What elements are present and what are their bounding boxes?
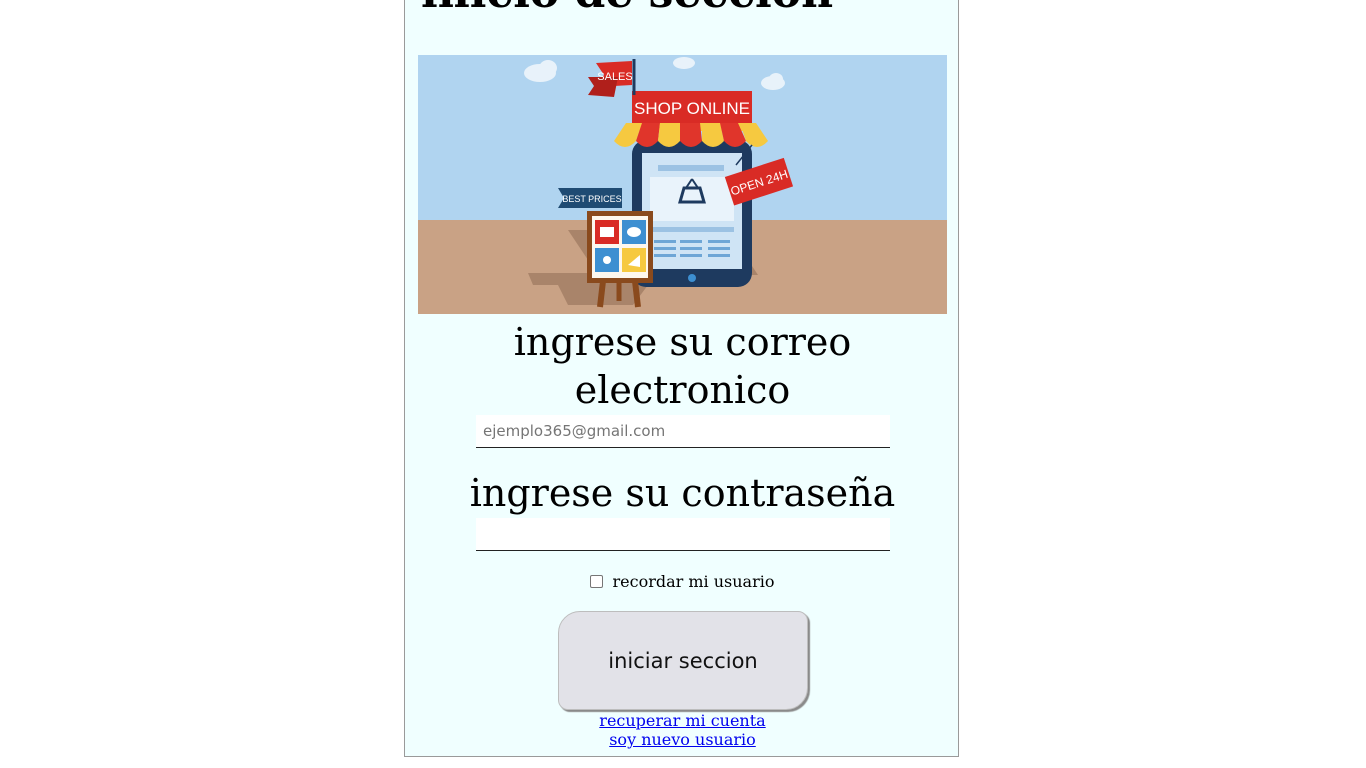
recover-account-link[interactable]: recuperar mi cuenta (405, 711, 960, 730)
best-prices-banner: BEST PRICES (562, 194, 621, 204)
new-user-link[interactable]: soy nuevo usuario (405, 730, 960, 749)
shop-online-sign: SHOP ONLINE (634, 99, 750, 118)
email-label: ingrese su correo electronico (513, 320, 852, 412)
remember-me-row[interactable]: recordar mi usuario (405, 572, 960, 591)
login-card: inicio de seccion (404, 0, 959, 757)
remember-me-checkbox[interactable] (590, 575, 604, 588)
page-title: inicio de seccion (421, 0, 833, 15)
remember-me-label: recordar mi usuario (612, 572, 775, 591)
email-input[interactable] (476, 415, 890, 448)
shop-online-illustration: SHOP ONLINE SALES OPEN 24H BEST PRICES (418, 55, 947, 314)
login-button[interactable]: iniciar seccion (558, 611, 808, 710)
sales-flag: SALES (597, 71, 632, 83)
password-label: ingrese su contraseña (469, 471, 896, 515)
password-input[interactable] (476, 518, 890, 551)
